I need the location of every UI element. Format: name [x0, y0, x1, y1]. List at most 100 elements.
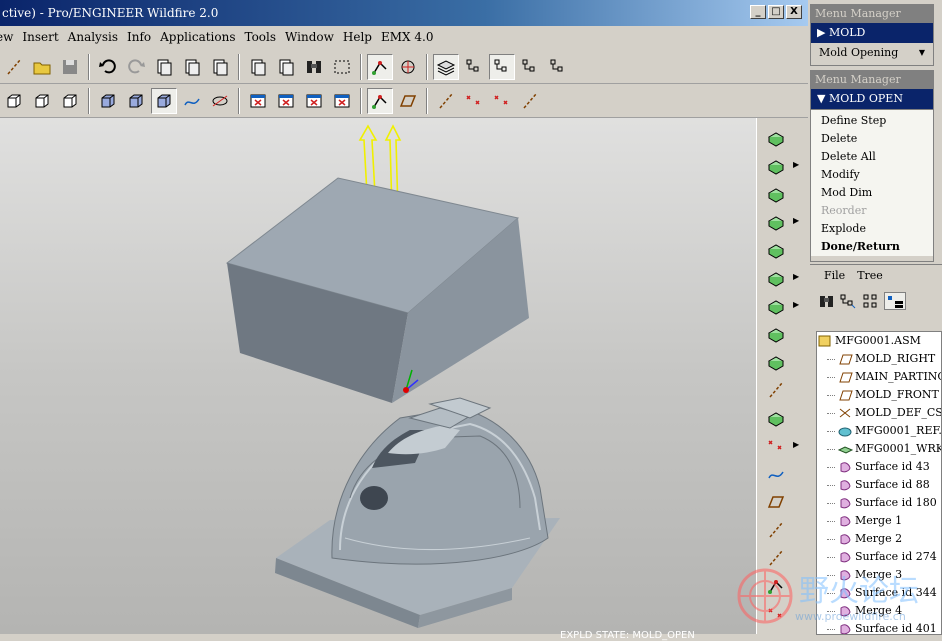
shading-edges-icon[interactable]	[95, 88, 121, 114]
tree-item[interactable]: Surface id 43	[817, 458, 941, 476]
datum-point-icon[interactable]	[761, 434, 791, 458]
tree-root-assembly[interactable]: MFG0001.ASM	[817, 332, 941, 350]
menu-item-explode[interactable]: Explode	[811, 220, 933, 238]
datum-plane-icon[interactable]	[761, 490, 791, 514]
mold-flow-icon[interactable]	[761, 126, 791, 150]
eye-hide-icon[interactable]	[207, 88, 233, 114]
parting-surface-icon[interactable]	[761, 238, 791, 262]
workpiece-icon[interactable]	[761, 182, 791, 206]
menu-emx[interactable]: EMX 4.0	[381, 30, 434, 44]
shading-icon[interactable]	[123, 88, 149, 114]
menu-item-done-return[interactable]: Done/Return	[811, 238, 933, 256]
spin-center-icon[interactable]	[395, 54, 421, 80]
menu-window[interactable]: Window	[285, 30, 334, 44]
tree-menu-file[interactable]: File	[824, 269, 845, 282]
split-volume-icon[interactable]	[761, 294, 791, 318]
regen-manager-icon[interactable]	[273, 54, 299, 80]
view-manager-icon[interactable]	[461, 54, 487, 80]
folder-open-icon[interactable]	[29, 54, 55, 80]
paste-special-icon[interactable]	[207, 54, 233, 80]
mold-opening-dropdown[interactable]: Mold Opening ▼	[811, 43, 933, 63]
draft-check-icon[interactable]	[761, 406, 791, 430]
model-tree-icon[interactable]	[489, 53, 515, 80]
mold-open-menu-item[interactable]: ▼ MOLD OPEN	[811, 89, 933, 109]
menu-help[interactable]: Help	[343, 30, 372, 44]
hidden-line-icon[interactable]	[29, 88, 55, 114]
wireframe-icon[interactable]	[1, 88, 27, 114]
window-x-icon[interactable]	[329, 88, 355, 114]
layers-icon[interactable]	[433, 53, 459, 80]
tree-columns-icon[interactable]	[517, 54, 543, 80]
axis-display-icon[interactable]	[433, 88, 459, 114]
tree-columns-icon[interactable]	[862, 293, 880, 309]
extract-icon[interactable]	[761, 322, 791, 346]
molding-icon[interactable]	[761, 350, 791, 374]
tree-settings-icon[interactable]	[884, 292, 906, 310]
flyout-arrow-icon[interactable]: ▶	[793, 272, 799, 281]
tree-item[interactable]: MOLD_DEF_CS	[817, 404, 941, 422]
window-title-bar[interactable]: ctive) - Pro/ENGINEER Wildfire 2.0 _ □ X	[0, 0, 808, 26]
tree-filter-icon[interactable]	[840, 293, 858, 309]
tree-item[interactable]: Surface id 88	[817, 476, 941, 494]
pen-sketch-icon[interactable]	[517, 88, 543, 114]
menu-analysis[interactable]: Analysis	[68, 30, 118, 44]
window-activate-icon[interactable]	[273, 88, 299, 114]
datum-csys-icon[interactable]	[367, 53, 393, 80]
menu-item-delete[interactable]: Delete	[811, 130, 933, 148]
maximize-button[interactable]: □	[768, 5, 784, 19]
flyout-arrow-icon[interactable]: ▶	[793, 216, 799, 225]
tree-item[interactable]: Surface id 274	[817, 548, 941, 566]
menu-item-modify[interactable]: Modify	[811, 166, 933, 184]
tree-item[interactable]: Merge 1	[817, 512, 941, 530]
minimize-button[interactable]: _	[750, 5, 766, 19]
tree-menu-tree[interactable]: Tree	[857, 269, 883, 282]
menu-insert[interactable]: Insert	[22, 30, 58, 44]
close-window-icon[interactable]	[245, 88, 271, 114]
save-icon[interactable]	[57, 54, 83, 80]
no-hidden-icon[interactable]	[57, 88, 83, 114]
tree-item[interactable]: MOLD_RIGHT	[817, 350, 941, 368]
datum-display-icon[interactable]	[179, 88, 205, 114]
tree-item[interactable]: Surface id 180	[817, 494, 941, 512]
tree-item[interactable]: MAIN_PARTING	[817, 368, 941, 386]
shaded-box-icon[interactable]	[151, 87, 177, 114]
flyout-arrow-icon[interactable]: ▶	[793, 300, 799, 309]
mold-shrink-icon[interactable]	[761, 154, 791, 178]
menu-view[interactable]: ew	[0, 30, 13, 44]
volume-icon[interactable]	[761, 210, 791, 234]
menu-tools[interactable]: Tools	[245, 30, 277, 44]
csys-display-icon[interactable]	[367, 87, 393, 114]
mold-open-icon[interactable]	[761, 378, 791, 402]
menu-item-delete-all[interactable]: Delete All	[811, 148, 933, 166]
copy-icon[interactable]	[151, 54, 177, 80]
tree-item[interactable]: MFG0001_REF.	[817, 422, 941, 440]
datum-curve-icon[interactable]	[761, 462, 791, 486]
undo-icon[interactable]	[95, 54, 121, 80]
regenerate-icon[interactable]	[245, 54, 271, 80]
flyout-arrow-icon[interactable]: ▶	[793, 440, 799, 449]
close-button[interactable]: X	[786, 5, 802, 19]
menu-info[interactable]: Info	[127, 30, 151, 44]
menu-item-define-step[interactable]: Define Step	[811, 112, 933, 130]
select-box-icon[interactable]	[329, 54, 355, 80]
flyout-arrow-icon[interactable]: ▶	[793, 160, 799, 169]
menu-applications[interactable]: Applications	[160, 30, 235, 44]
skirt-surface-icon[interactable]	[761, 266, 791, 290]
tree-filter-icon[interactable]	[545, 54, 571, 80]
open-file-icon[interactable]	[1, 54, 27, 80]
mold-menu-item[interactable]: ▶ MOLD	[811, 23, 933, 43]
plane-display-icon[interactable]	[395, 88, 421, 114]
point-tag-icon[interactable]	[489, 88, 515, 114]
menu-item-mod-dim[interactable]: Mod Dim	[811, 184, 933, 202]
find-binoculars-icon[interactable]	[301, 54, 327, 80]
tree-item[interactable]: MFG0001_WRK	[817, 440, 941, 458]
tree-item[interactable]: Merge 2	[817, 530, 941, 548]
paste-icon[interactable]	[179, 54, 205, 80]
redo-icon[interactable]	[123, 54, 149, 80]
datum-axis-icon[interactable]	[761, 518, 791, 542]
find-binoculars-icon[interactable]	[818, 293, 836, 309]
graphics-window[interactable]: EXPLD STATE: MOLD_OPEN	[0, 118, 756, 641]
window-check-icon[interactable]	[301, 88, 327, 114]
tree-item[interactable]: MOLD_FRONT	[817, 386, 941, 404]
point-display-icon[interactable]	[461, 88, 487, 114]
